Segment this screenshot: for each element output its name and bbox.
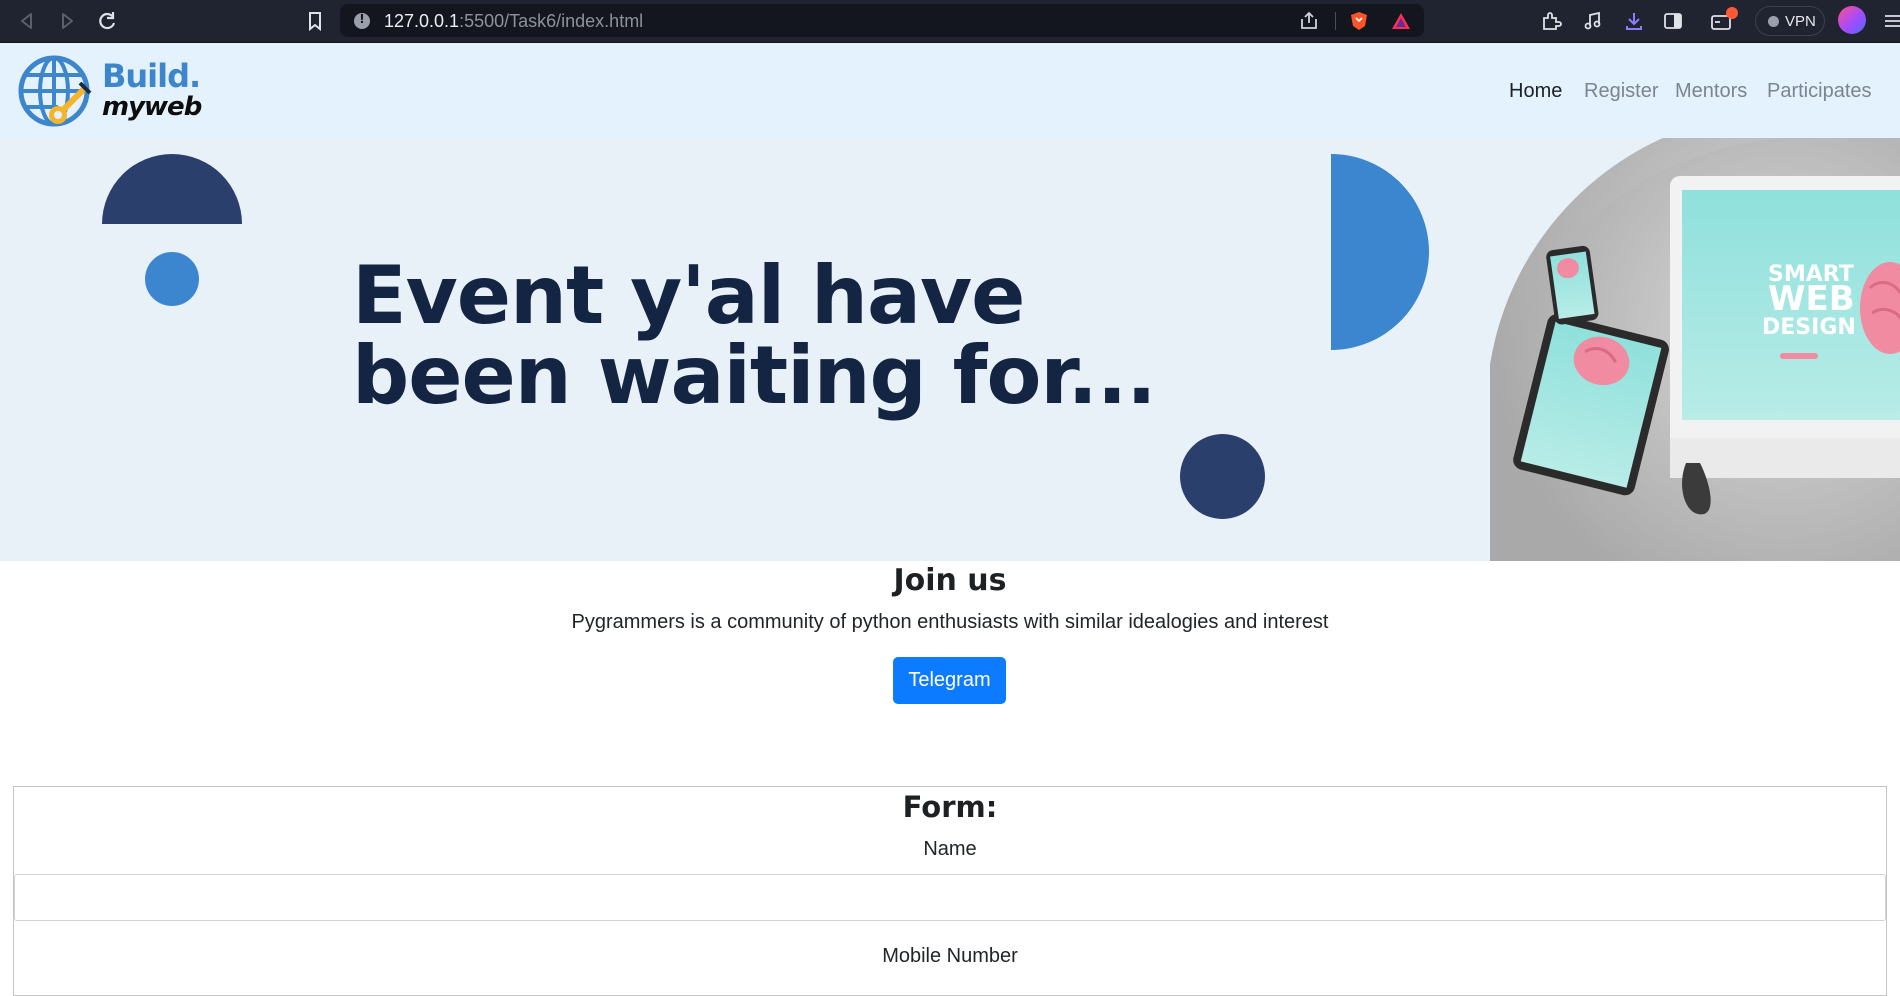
url-divider bbox=[1335, 12, 1336, 30]
decor-half-circle-right bbox=[1331, 154, 1429, 350]
brave-shield-icon[interactable] bbox=[1348, 10, 1370, 32]
menu-icon[interactable] bbox=[1880, 8, 1900, 34]
form-title: Form: bbox=[902, 790, 998, 824]
decor-circle-blue bbox=[145, 252, 199, 306]
mobile-number-label: Mobile Number bbox=[882, 945, 1018, 967]
nav-link-mentors[interactable]: Mentors bbox=[1675, 80, 1747, 103]
image-text-web: WEB bbox=[1768, 279, 1855, 319]
share-icon[interactable] bbox=[1298, 10, 1320, 32]
join-heading: Join us bbox=[893, 563, 1007, 598]
media-icon[interactable] bbox=[1580, 8, 1606, 34]
form-container: Form: Name Mobile Number bbox=[13, 786, 1887, 996]
name-label: Name bbox=[923, 838, 977, 860]
address-bar[interactable]: 127.0.0.1:5500/Task6/index.html bbox=[340, 4, 1424, 37]
bookmark-icon[interactable] bbox=[302, 8, 328, 34]
decor-half-circle-top bbox=[102, 154, 242, 224]
browser-toolbar: 127.0.0.1:5500/Task6/index.html VPN bbox=[0, 0, 1900, 43]
site-info-icon[interactable] bbox=[354, 12, 370, 29]
telegram-button[interactable]: Telegram bbox=[893, 657, 1006, 704]
notification-badge bbox=[1726, 7, 1738, 19]
nav-link-register[interactable]: Register bbox=[1584, 80, 1658, 103]
site-navbar: Build. myweb Home Register Mentors Parti… bbox=[0, 43, 1900, 138]
vpn-button[interactable]: VPN bbox=[1755, 6, 1825, 36]
hero-banner: Event y'al have been waiting for... SMAR… bbox=[0, 138, 1900, 561]
extensions-icon[interactable] bbox=[1538, 8, 1564, 34]
devices-hero-image: SMART WEB DESIGN bbox=[1490, 138, 1900, 561]
vpn-status-icon bbox=[1768, 16, 1779, 27]
decor-circle-navy bbox=[1180, 434, 1265, 519]
name-input[interactable] bbox=[14, 874, 1886, 921]
forward-icon[interactable] bbox=[54, 8, 80, 34]
brand-name[interactable]: Build. bbox=[102, 57, 201, 95]
url-text[interactable]: 127.0.0.1:5500/Task6/index.html bbox=[384, 11, 643, 32]
reload-icon[interactable] bbox=[94, 8, 120, 34]
back-icon[interactable] bbox=[14, 8, 40, 34]
nav-link-participates[interactable]: Participates bbox=[1767, 80, 1872, 103]
brand-subname[interactable]: myweb bbox=[102, 92, 202, 122]
join-description: Pygrammers is a community of python enth… bbox=[571, 611, 1329, 633]
vpn-label: VPN bbox=[1785, 13, 1816, 30]
hero-title: Event y'al have been waiting for... bbox=[352, 249, 1157, 422]
download-icon[interactable] bbox=[1621, 8, 1647, 34]
nav-link-home[interactable]: Home bbox=[1509, 80, 1562, 103]
image-text-design: DESIGN bbox=[1762, 315, 1856, 340]
sidebar-icon[interactable] bbox=[1660, 8, 1686, 34]
brave-rewards-icon[interactable] bbox=[1390, 10, 1412, 32]
globe-wrench-logo-icon[interactable] bbox=[18, 53, 98, 131]
profile-avatar[interactable] bbox=[1838, 6, 1866, 34]
